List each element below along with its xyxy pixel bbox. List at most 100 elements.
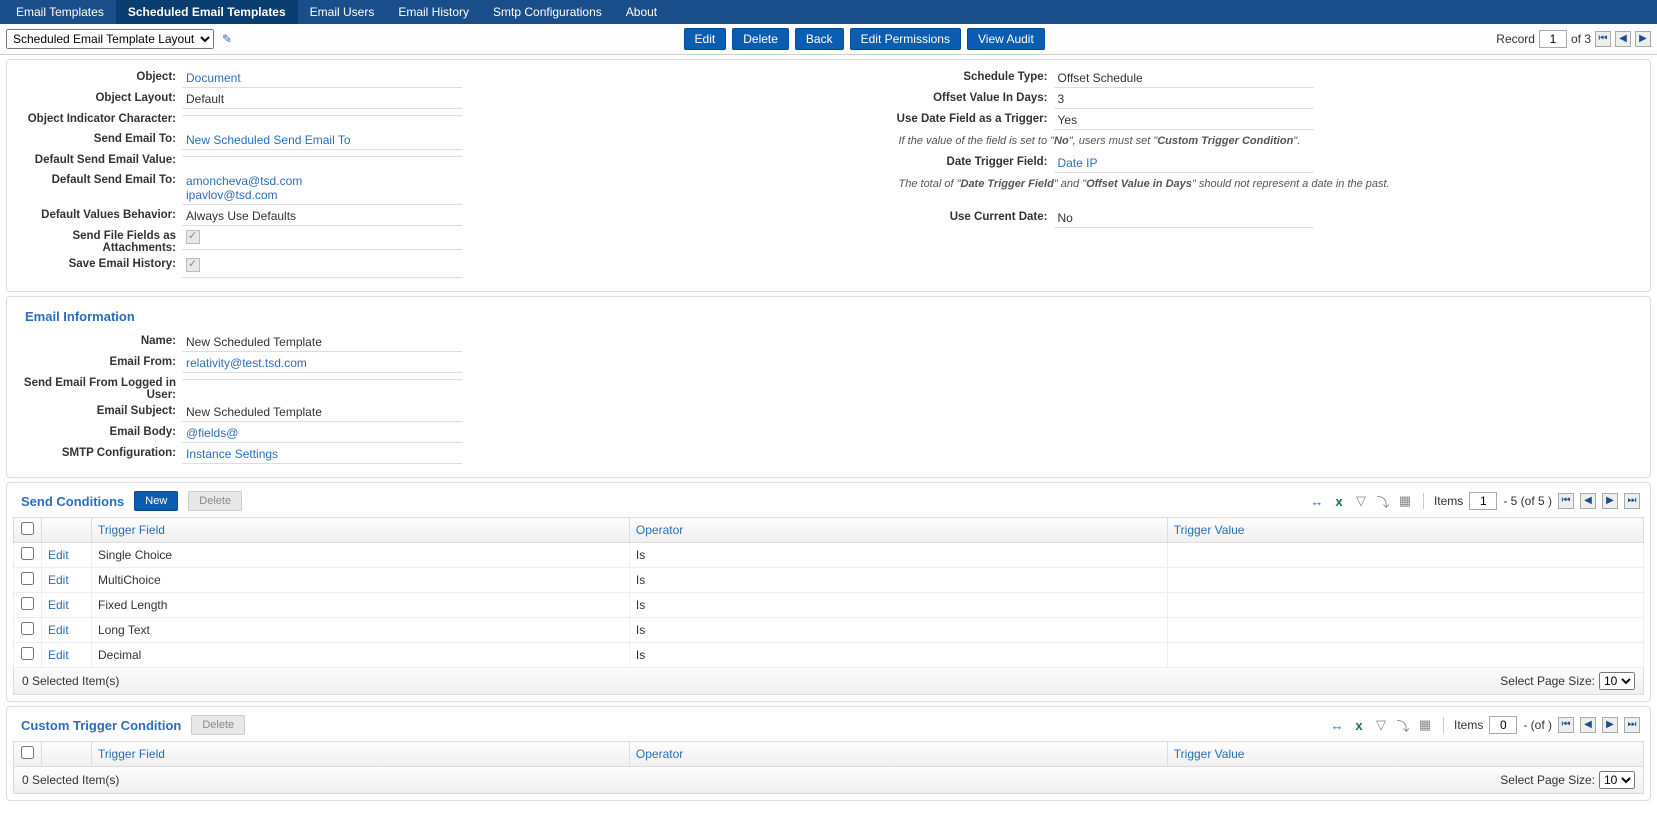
indicator-label: Object Indicator Character: [17,111,182,125]
object-value[interactable]: Document [182,69,462,88]
object-label: Object: [17,69,182,83]
edit-permissions-button[interactable]: Edit Permissions [850,28,961,50]
pivot-icon[interactable]: ⤵ [1395,717,1411,733]
select-all-checkbox[interactable] [21,746,34,759]
grid-icon[interactable]: ▦ [1397,493,1413,509]
record-label: Record [1496,32,1535,46]
from-value[interactable]: relativity@test.tsd.com [182,354,462,373]
save-history-label: Save Email History: [17,256,182,270]
next-page-icon[interactable]: ▶ [1602,717,1618,733]
last-page-icon[interactable]: ⏭ [1624,717,1640,733]
delete-button[interactable]: Delete [732,28,789,50]
page-size-select[interactable]: 10 [1599,771,1635,789]
select-all-checkbox[interactable] [21,522,34,535]
table-row: Edit Long TextIs [14,618,1644,643]
email-info-section: Email Information Name:New Scheduled Tem… [6,296,1651,478]
body-value[interactable]: @fields@ [182,424,462,443]
first-page-icon[interactable]: ⏮ [1558,717,1574,733]
expand-icon[interactable]: ↔ [1309,493,1325,509]
next-page-icon[interactable]: ▶ [1602,493,1618,509]
use-current-date-label: Use Current Date: [829,209,1054,223]
selected-count: 0 Selected Item(s) [22,773,119,787]
edit-link[interactable]: Edit [48,548,69,562]
subject-label: Email Subject: [17,403,182,417]
prev-page-icon[interactable]: ◀ [1580,717,1596,733]
custom-trigger-title: Custom Trigger Condition [21,718,181,733]
trigger-value-cell [1167,643,1643,668]
edit-link[interactable]: Edit [48,623,69,637]
custom-trigger-section: Custom Trigger Condition Delete ↔ x ▽ ⤵ … [6,706,1651,801]
row-checkbox[interactable] [21,572,34,585]
items-label: Items [1434,494,1463,508]
send-to-value[interactable]: New Scheduled Send Email To [182,131,462,150]
next-record-icon[interactable]: ▶ [1635,31,1651,47]
from-label: Email From: [17,354,182,368]
nav-smtp-configurations[interactable]: Smtp Configurations [481,0,614,24]
nav-scheduled-email-templates[interactable]: Scheduled Email Templates [116,0,298,24]
name-value: New Scheduled Template [182,333,462,352]
edit-link[interactable]: Edit [48,648,69,662]
page-size-select[interactable]: 10 [1599,672,1635,690]
items-input[interactable] [1469,492,1497,510]
object-layout-value: Default [182,90,462,109]
trigger-field-header[interactable]: Trigger Field [92,742,630,767]
edit-link[interactable]: Edit [48,573,69,587]
nav-email-templates[interactable]: Email Templates [4,0,116,24]
first-record-icon[interactable]: ⏮ [1595,31,1611,47]
trigger-value-header[interactable]: Trigger Value [1167,518,1643,543]
excel-export-icon[interactable]: x [1331,493,1347,509]
prev-page-icon[interactable]: ◀ [1580,493,1596,509]
trigger-value-header[interactable]: Trigger Value [1167,742,1643,767]
layout-select[interactable]: Scheduled Email Template Layout [6,29,214,49]
operator-cell: Is [629,568,1167,593]
nav-email-users[interactable]: Email Users [298,0,387,24]
expand-icon[interactable]: ↔ [1329,717,1345,733]
nav-about[interactable]: About [614,0,669,24]
pencil-icon[interactable]: ✎ [222,32,232,46]
default-send-to-value[interactable]: amoncheva@tsd.comipavlov@tsd.com [182,172,462,205]
prev-record-icon[interactable]: ◀ [1615,31,1631,47]
operator-cell: Is [629,543,1167,568]
record-input[interactable] [1539,30,1567,48]
trigger-field-cell: MultiChoice [92,568,630,593]
default-behavior-value: Always Use Defaults [182,207,462,226]
nav-email-history[interactable]: Email History [386,0,481,24]
smtp-label: SMTP Configuration: [17,445,182,459]
filter-icon[interactable]: ▽ [1353,493,1369,509]
custom-delete-button: Delete [191,715,245,735]
send-conditions-title: Send Conditions [21,494,124,509]
edit-link[interactable]: Edit [48,598,69,612]
trigger-field-cell: Long Text [92,618,630,643]
operator-header[interactable]: Operator [629,742,1167,767]
back-button[interactable]: Back [795,28,844,50]
row-checkbox[interactable] [21,647,34,660]
items-input[interactable] [1489,716,1517,734]
edit-button[interactable]: Edit [684,28,727,50]
trigger-value-cell [1167,543,1643,568]
smtp-value[interactable]: Instance Settings [182,445,462,464]
first-page-icon[interactable]: ⏮ [1558,493,1574,509]
row-checkbox[interactable] [21,547,34,560]
view-audit-button[interactable]: View Audit [967,28,1045,50]
default-send-to-label: Default Send Email To: [17,172,182,186]
table-row: Edit MultiChoiceIs [14,568,1644,593]
table-row: EditDecimalIs [14,643,1644,668]
operator-cell: Is [629,618,1167,643]
new-condition-button[interactable]: New [134,491,178,511]
toolbar: Scheduled Email Template Layout ✎ Edit D… [0,24,1657,55]
top-nav: Email Templates Scheduled Email Template… [0,0,1657,24]
name-label: Name: [17,333,182,347]
pivot-icon[interactable]: ⤵ [1375,493,1391,509]
row-checkbox[interactable] [21,622,34,635]
row-checkbox[interactable] [21,597,34,610]
grid-icon[interactable]: ▦ [1417,717,1433,733]
excel-export-icon[interactable]: x [1351,717,1367,733]
send-conditions-table: Trigger Field Operator Trigger Value Edi… [13,517,1644,668]
date-trigger-field-value[interactable]: Date IP [1054,154,1314,173]
last-page-icon[interactable]: ⏭ [1624,493,1640,509]
trigger-field-header[interactable]: Trigger Field [92,518,630,543]
use-date-trigger-label: Use Date Field as a Trigger: [829,111,1054,125]
filter-icon[interactable]: ▽ [1373,717,1389,733]
send-file-checkbox [186,230,200,244]
operator-header[interactable]: Operator [629,518,1167,543]
